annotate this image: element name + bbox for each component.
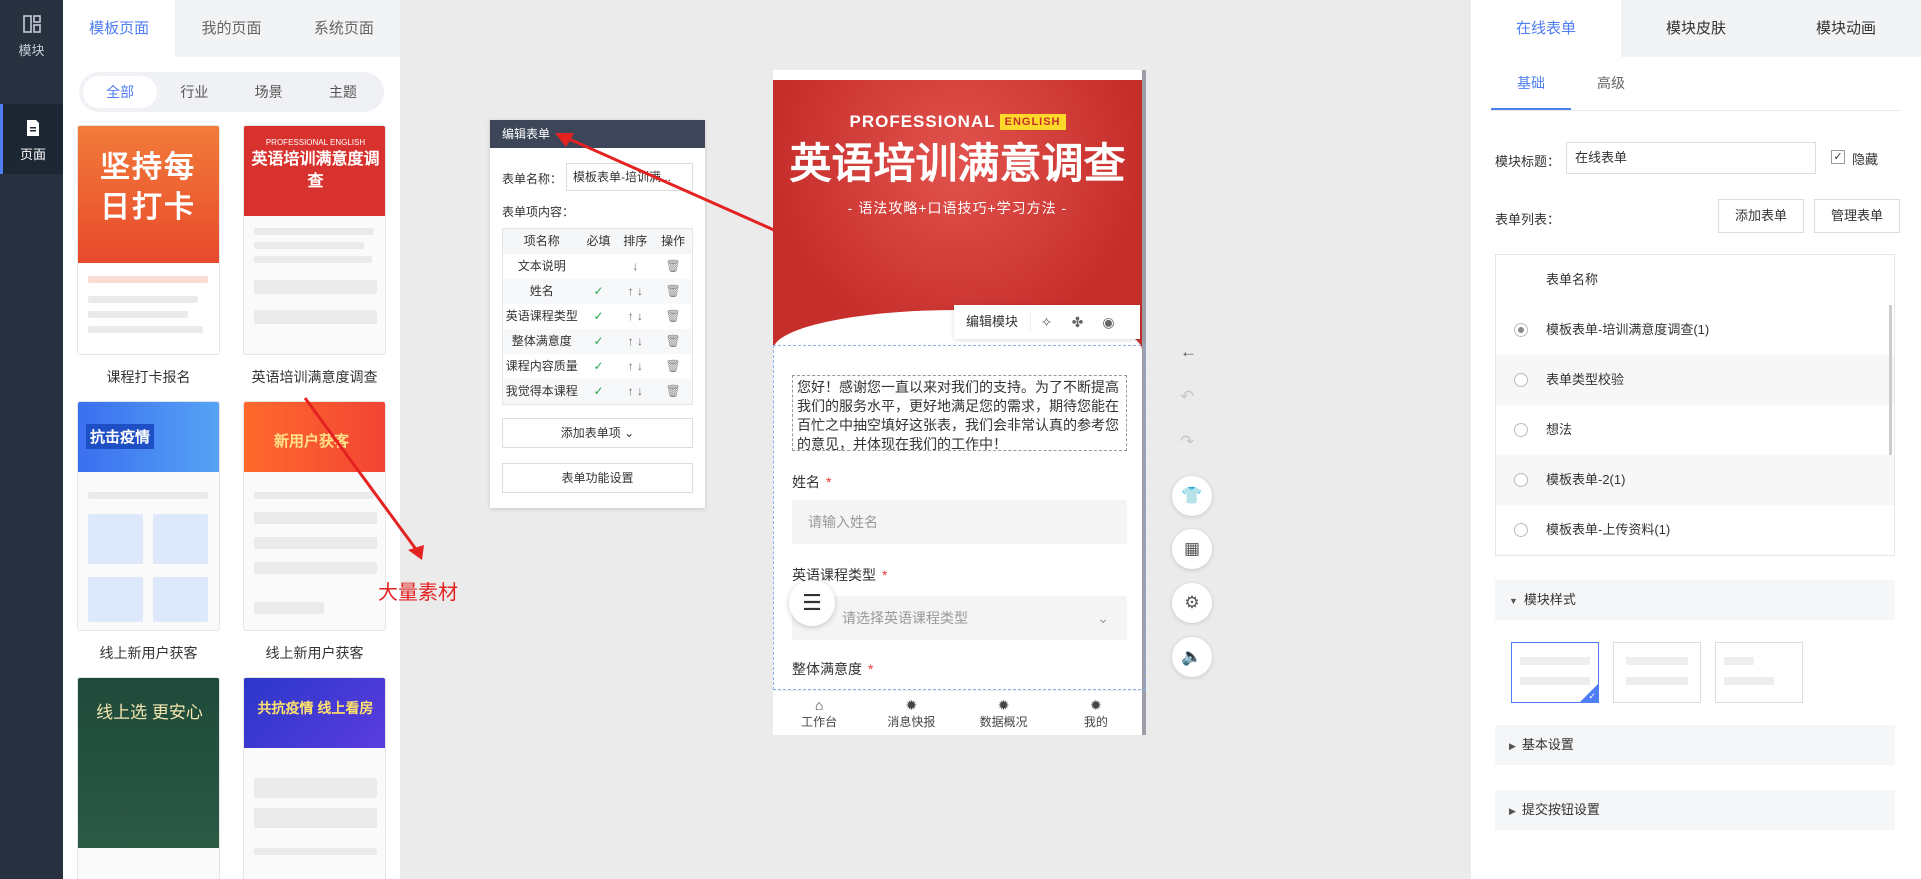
grid-icon: ▦: [1183, 539, 1201, 558]
form-list-item-label: 想法: [1546, 422, 1573, 437]
tabbar-label: 工作台: [801, 715, 838, 729]
eye-icon[interactable]: ◉: [1093, 314, 1124, 331]
check-icon: ✓: [1588, 691, 1596, 701]
annotation-arrow-line: [303, 397, 420, 553]
section-title: 基本设置: [1521, 737, 1574, 752]
form-list-item[interactable]: 想法: [1496, 405, 1894, 455]
banner-professional: PROFESSIONAL: [849, 112, 996, 131]
form-list-item-label: 模板表单-2(1): [1546, 472, 1626, 487]
radio[interactable]: [1514, 473, 1528, 487]
required-asterisk: *: [826, 474, 832, 490]
subtab-advanced[interactable]: 高级: [1571, 60, 1651, 110]
properties-panel: 在线表单 模块皮肤 模块动画 基础 高级 模块标题： 在线表单 ✓ 隐藏 表单列…: [1471, 0, 1921, 879]
divider: [1491, 110, 1901, 111]
form-list-item[interactable]: 模板表单-上传资料(1): [1496, 505, 1894, 555]
home-icon: ⌂: [814, 697, 824, 713]
radio-selected[interactable]: [1514, 323, 1528, 337]
form-list-scrollbar[interactable]: [1889, 305, 1892, 455]
banner-subtitle: - 语法攻略+口语技巧+学习方法 -: [847, 200, 1068, 216]
style-option-2[interactable]: [1613, 642, 1701, 703]
form-list-item[interactable]: 模板表单-培训满意度调查(1): [1496, 305, 1894, 355]
tab-online-form[interactable]: 在线表单: [1471, 0, 1621, 57]
gear-icon: ✹: [1090, 697, 1102, 713]
caret-right-icon: ▶: [1509, 806, 1516, 816]
form-list-item[interactable]: 模板表单-2(1): [1496, 455, 1894, 505]
basic-settings-section[interactable]: ▶ 基本设置: [1495, 725, 1895, 765]
manage-form-button[interactable]: 管理表单: [1814, 199, 1900, 233]
skin-tshirt-button[interactable]: 👕: [1172, 476, 1212, 516]
back-arrow-icon[interactable]: ←: [1180, 342, 1197, 362]
tab-module-animation[interactable]: 模块动画: [1771, 0, 1921, 57]
section-title: 提交按钮设置: [1521, 802, 1600, 817]
phone-tabbar: ⌂ 工作台 ✹ 消息快报 ✹ 数据概况 ✹ 我的: [773, 690, 1142, 735]
hamburger-icon: ☰: [802, 590, 822, 615]
settings-button[interactable]: ⚙: [1172, 583, 1212, 623]
radio[interactable]: [1514, 523, 1528, 537]
form-list-label: 表单列表：: [1495, 212, 1561, 227]
tabbar-item-news[interactable]: ✹ 消息快报: [865, 691, 957, 735]
edit-module-button[interactable]: 编辑模块: [954, 312, 1032, 332]
form-list-item-label: 模板表单-培训满意度调查(1): [1546, 322, 1710, 337]
add-form-button[interactable]: 添加表单: [1718, 199, 1804, 233]
fan-icon[interactable]: ✤: [1062, 314, 1093, 331]
course-select-placeholder: 请选择英语课程类型: [842, 610, 968, 626]
gear-icon: ✹: [905, 697, 918, 713]
tab-module-skin[interactable]: 模块皮肤: [1621, 0, 1771, 57]
module-title-label: 模块标题：: [1495, 154, 1561, 169]
properties-subtabs: 基础 高级: [1491, 60, 1651, 110]
style-option-3[interactable]: [1715, 642, 1803, 703]
tabbar-label: 数据概况: [979, 715, 1028, 729]
name-field-label: 姓名 *: [792, 472, 831, 492]
form-list-item-label: 模板表单-上传资料(1): [1546, 522, 1671, 537]
form-intro-text: 您好！感谢您一直以来对我们的支持。为了不断提高我们的服务水平，更好地满足您的需求…: [792, 375, 1127, 452]
redo-icon[interactable]: ↷: [1180, 432, 1194, 452]
form-list: 表单名称 模板表单-培训满意度调查(1) 表单类型校验 想法 模板表单-2(1)…: [1495, 254, 1895, 556]
form-list-item[interactable]: 表单类型校验: [1496, 355, 1894, 405]
form-list-header: 表单名称: [1496, 255, 1894, 305]
submit-button-settings-section[interactable]: ▶ 提交按钮设置: [1495, 790, 1895, 830]
speaker-icon: 🔈: [1181, 647, 1203, 666]
modules-grid-button[interactable]: ▦: [1172, 529, 1212, 569]
required-asterisk: *: [868, 661, 874, 677]
undo-icon[interactable]: ↶: [1180, 387, 1194, 407]
caret-down-icon: ▼: [1509, 596, 1518, 606]
banner-english-badge: ENGLISH: [999, 114, 1066, 130]
chevron-down-icon: ⌄: [1097, 610, 1109, 626]
satisfaction-field-label: 整体满意度 *: [792, 659, 873, 679]
module-toolbar: 编辑模块 ✧ ✤ ◉: [954, 305, 1140, 339]
subtab-basic[interactable]: 基础: [1491, 60, 1571, 110]
required-asterisk: *: [882, 567, 888, 583]
settings-gear-icon: ⚙: [1184, 593, 1200, 612]
style-option-1[interactable]: ✓: [1511, 642, 1599, 703]
tabbar-item-data[interactable]: ✹ 数据概况: [958, 691, 1050, 735]
banner-title: 英语培训满意调查: [789, 140, 1126, 187]
module-style-section[interactable]: ▼ 模块样式: [1495, 580, 1895, 620]
tabbar-item-workbench[interactable]: ⌂ 工作台: [773, 691, 865, 735]
magic-wand-icon[interactable]: ✧: [1031, 314, 1062, 331]
tabbar-label: 我的: [1083, 715, 1108, 729]
tabbar-label: 消息快报: [887, 715, 936, 729]
name-input[interactable]: 请输入姓名: [792, 500, 1127, 544]
radio[interactable]: [1514, 423, 1528, 437]
annotation-label: 大量素材: [378, 582, 458, 604]
gear-icon: ✹: [997, 697, 1010, 713]
hide-label: 隐藏: [1852, 152, 1879, 167]
tabbar-item-mine[interactable]: ✹ 我的: [1050, 691, 1142, 735]
tshirt-icon: 👕: [1181, 486, 1203, 505]
caret-right-icon: ▶: [1509, 741, 1516, 751]
satisfaction-field-label-text: 整体满意度: [792, 661, 862, 677]
audio-button[interactable]: 🔈: [1172, 637, 1212, 677]
hide-checkbox[interactable]: ✓: [1831, 150, 1845, 164]
properties-tabs: 在线表单 模块皮肤 模块动画: [1471, 0, 1921, 57]
menu-fab-button[interactable]: ☰: [789, 580, 835, 626]
form-list-item-label: 表单类型校验: [1546, 372, 1625, 387]
radio[interactable]: [1514, 373, 1528, 387]
name-field-label-text: 姓名: [792, 474, 820, 490]
section-title: 模块样式: [1523, 592, 1576, 607]
module-title-input[interactable]: 在线表单: [1566, 142, 1816, 174]
course-select[interactable]: 请选择英语课程类型 ⌄: [792, 596, 1127, 640]
